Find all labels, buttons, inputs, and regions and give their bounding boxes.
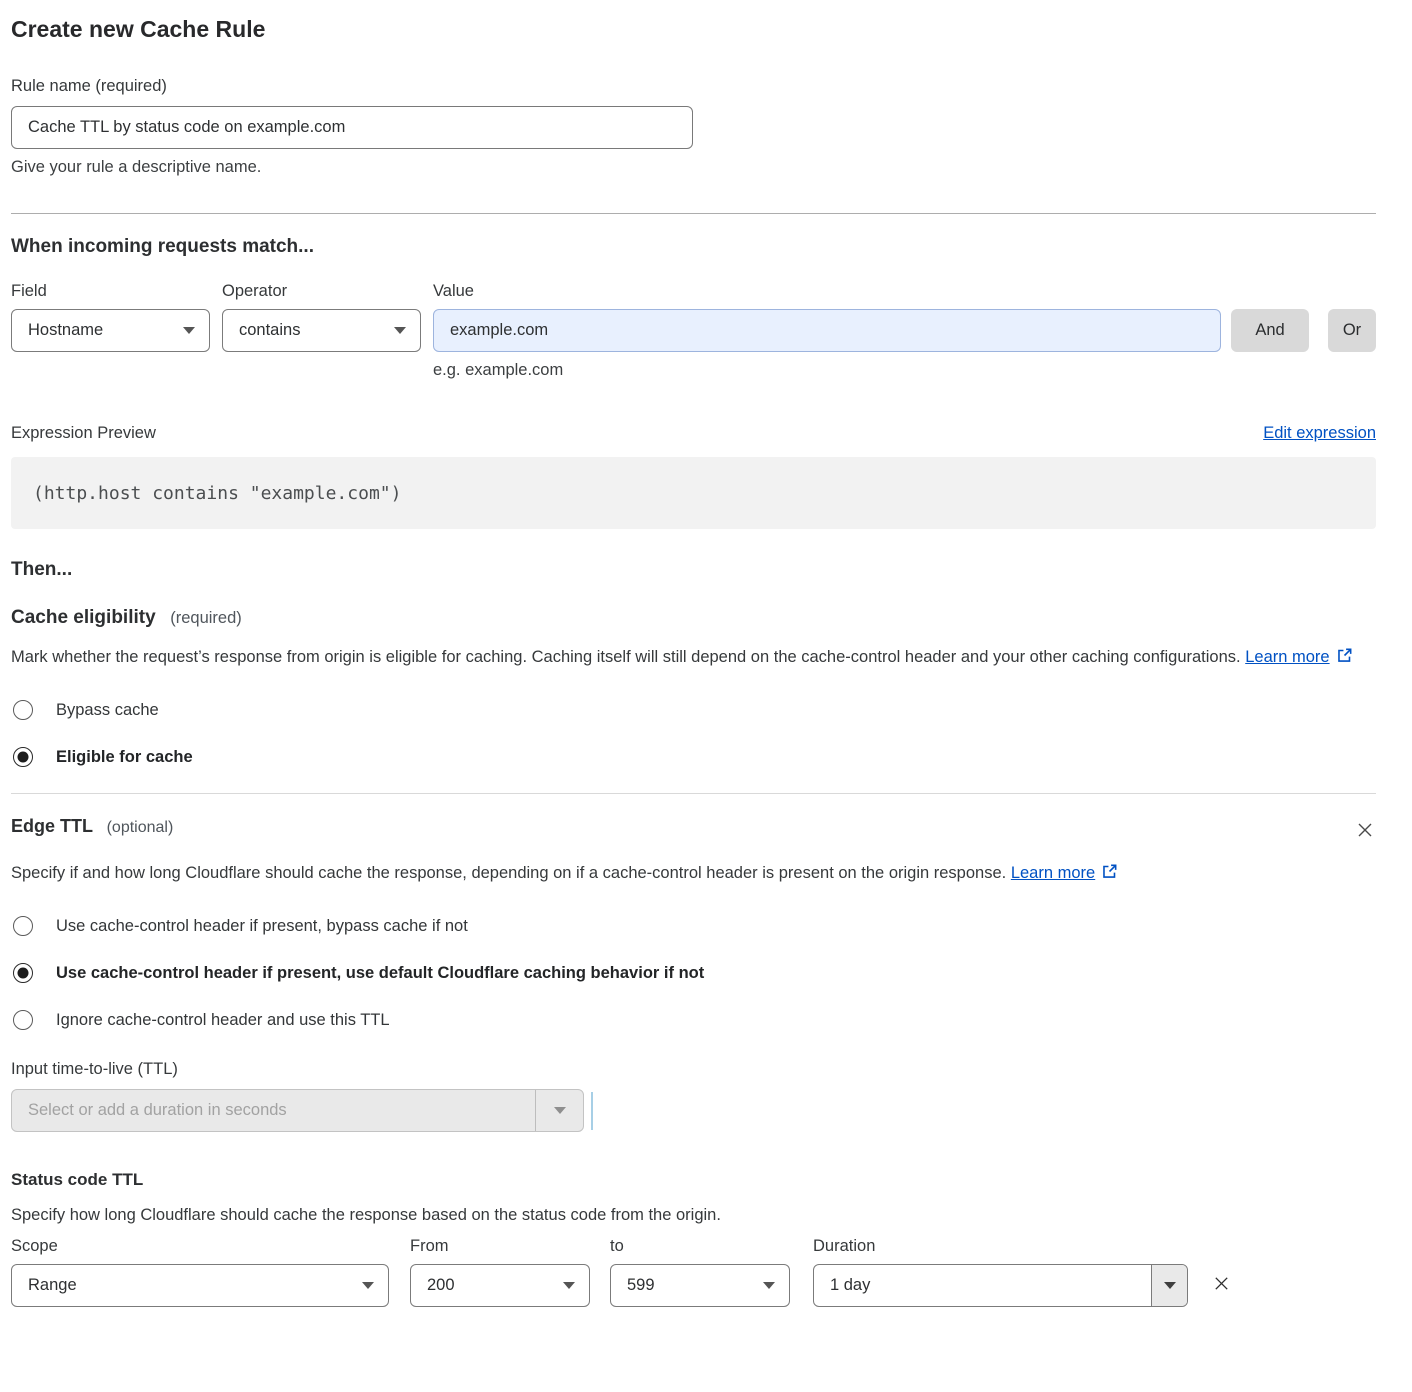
- to-select[interactable]: 599: [610, 1264, 790, 1307]
- or-button[interactable]: Or: [1328, 309, 1376, 352]
- operator-label: Operator: [222, 282, 421, 301]
- expression-preview-header: Expression Preview Edit expression: [11, 424, 1376, 443]
- value-input[interactable]: [433, 309, 1221, 352]
- chevron-down-icon: [1164, 1282, 1176, 1289]
- rule-name-input[interactable]: [11, 106, 693, 149]
- ttl-duration-placeholder: Select or add a duration in seconds: [12, 1090, 535, 1131]
- chevron-down-icon: [563, 1282, 575, 1289]
- chevron-down-icon: [394, 327, 406, 334]
- dropdown-arrow-button[interactable]: [535, 1090, 583, 1131]
- status-code-ttl-description: Specify how long Cloudflare should cache…: [11, 1206, 1376, 1225]
- radio-bypass-cache[interactable]: Bypass cache: [11, 700, 1376, 720]
- rule-name-label: Rule name (required): [11, 77, 1376, 96]
- cache-eligibility-description-text: Mark whether the request’s response from…: [11, 648, 1241, 666]
- cache-eligibility-description: Mark whether the request’s response from…: [11, 643, 1356, 673]
- operator-select[interactable]: contains: [222, 309, 421, 352]
- edge-ttl-title: Edge TTL: [11, 816, 93, 836]
- status-code-ttl-row: Range 200 599 1 day: [11, 1264, 1376, 1307]
- value-hint: e.g. example.com: [433, 361, 1376, 380]
- radio-circle-icon: [13, 1010, 33, 1030]
- ttl-input-label: Input time-to-live (TTL): [11, 1060, 1376, 1079]
- section-divider: [11, 213, 1376, 214]
- external-link-icon: [1101, 861, 1118, 889]
- scope-select-value: Range: [28, 1276, 77, 1295]
- match-condition-row: Hostname contains And Or: [11, 309, 1376, 352]
- match-heading: When incoming requests match...: [11, 236, 1376, 258]
- radio-circle-icon: [13, 700, 33, 720]
- cache-eligibility-learn-more-link[interactable]: Learn more: [1245, 648, 1329, 666]
- expression-code-block: (http.host contains "example.com"): [11, 457, 1376, 529]
- section-divider: [11, 793, 1376, 794]
- radio-label: Use cache-control header if present, byp…: [56, 917, 468, 936]
- edit-expression-link[interactable]: Edit expression: [1263, 424, 1376, 443]
- cache-eligibility-title: Cache eligibility: [11, 607, 156, 628]
- radio-label: Use cache-control header if present, use…: [56, 964, 704, 983]
- match-column-labels: Field Operator Value: [11, 282, 1376, 301]
- radio-circle-icon: [13, 916, 33, 936]
- cache-eligibility-required-note: (required): [170, 609, 242, 627]
- expression-preview-label: Expression Preview: [11, 424, 156, 443]
- page-title: Create new Cache Rule: [11, 16, 1376, 43]
- chevron-down-icon: [554, 1107, 566, 1114]
- edge-ttl-title-group: Edge TTL (optional): [11, 816, 173, 837]
- edge-ttl-description: Specify if and how long Cloudflare shoul…: [11, 859, 1356, 889]
- radio-use-header-bypass[interactable]: Use cache-control header if present, byp…: [11, 916, 1376, 936]
- radio-label: Eligible for cache: [56, 748, 193, 767]
- operator-select-value: contains: [239, 321, 300, 340]
- then-heading: Then...: [11, 559, 1376, 581]
- radio-eligible-for-cache[interactable]: Eligible for cache: [11, 747, 1376, 767]
- to-label: to: [610, 1237, 790, 1256]
- status-code-ttl-heading: Status code TTL: [11, 1170, 1376, 1190]
- radio-use-header-default[interactable]: Use cache-control header if present, use…: [11, 963, 1376, 983]
- field-select-value: Hostname: [28, 321, 103, 340]
- external-link-icon: [1336, 645, 1353, 673]
- status-column-labels: Scope From to Duration: [11, 1237, 1376, 1256]
- radio-label: Ignore cache-control header and use this…: [56, 1011, 390, 1030]
- edge-ttl-description-text: Specify if and how long Cloudflare shoul…: [11, 864, 1006, 882]
- ttl-duration-select[interactable]: Select or add a duration in seconds: [11, 1089, 584, 1132]
- field-select[interactable]: Hostname: [11, 309, 210, 352]
- edge-ttl-heading: Edge TTL (optional): [11, 816, 1376, 845]
- value-label: Value: [433, 282, 1376, 301]
- radio-circle-icon: [13, 747, 33, 767]
- dropdown-arrow-button[interactable]: [1151, 1265, 1187, 1306]
- and-button[interactable]: And: [1231, 309, 1309, 352]
- duration-label: Duration: [813, 1237, 1188, 1256]
- rule-name-help: Give your rule a descriptive name.: [11, 158, 1376, 177]
- cache-eligibility-heading: Cache eligibility (required): [11, 607, 1376, 629]
- duration-select[interactable]: 1 day: [813, 1264, 1188, 1307]
- from-select[interactable]: 200: [410, 1264, 590, 1307]
- ttl-combo-wrap: Select or add a duration in seconds: [11, 1089, 1376, 1132]
- chevron-down-icon: [183, 327, 195, 334]
- expression-code: (http.host contains "example.com"): [33, 483, 401, 504]
- close-icon[interactable]: [1355, 820, 1375, 845]
- radio-label: Bypass cache: [56, 701, 159, 720]
- from-select-value: 200: [427, 1276, 455, 1295]
- text-cursor: [591, 1092, 593, 1130]
- radio-circle-icon: [13, 963, 33, 983]
- edge-ttl-learn-more-link[interactable]: Learn more: [1011, 864, 1095, 882]
- chevron-down-icon: [763, 1282, 775, 1289]
- create-cache-rule-form: Create new Cache Rule Rule name (require…: [11, 16, 1376, 1307]
- chevron-down-icon: [362, 1282, 374, 1289]
- duration-select-value: 1 day: [814, 1265, 1151, 1306]
- radio-ignore-header[interactable]: Ignore cache-control header and use this…: [11, 1010, 1376, 1030]
- field-label: Field: [11, 282, 210, 301]
- delete-row-icon[interactable]: [1212, 1274, 1231, 1298]
- edge-ttl-optional-note: (optional): [107, 819, 174, 836]
- scope-label: Scope: [11, 1237, 389, 1256]
- from-label: From: [410, 1237, 590, 1256]
- to-select-value: 599: [627, 1276, 655, 1295]
- scope-select[interactable]: Range: [11, 1264, 389, 1307]
